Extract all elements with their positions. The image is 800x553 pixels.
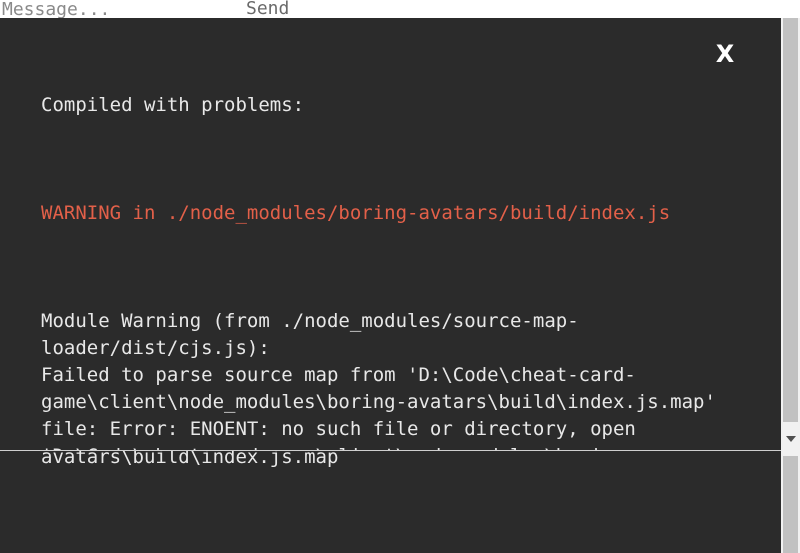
send-button[interactable]: Send [240, 0, 295, 19]
overlay-title: Compiled with problems: [41, 94, 305, 116]
scrollbar-thumb[interactable] [783, 18, 798, 422]
warning-heading: WARNING in ./node_modules/boring-avatars… [41, 202, 671, 224]
overlay-behind-text: avatars\build\index.js.map [41, 450, 339, 468]
scrollbar-thumb[interactable] [783, 456, 798, 553]
overlay-content: Compiled with problems: WARNING in ./nod… [41, 38, 776, 450]
overlay-behind-scrollbar[interactable] [781, 450, 800, 553]
error-overlay: Compiled with problems: WARNING in ./nod… [0, 18, 800, 450]
message-input[interactable] [0, 0, 230, 20]
overlay-scrollbar[interactable] [781, 18, 800, 450]
close-overlay-button[interactable]: X [707, 38, 743, 70]
warning-message: Module Warning (from ./node_modules/sour… [41, 310, 716, 450]
error-overlay-behind: avatars\build\index.js.map [0, 450, 800, 553]
scroll-down-arrow-icon[interactable] [786, 436, 796, 442]
